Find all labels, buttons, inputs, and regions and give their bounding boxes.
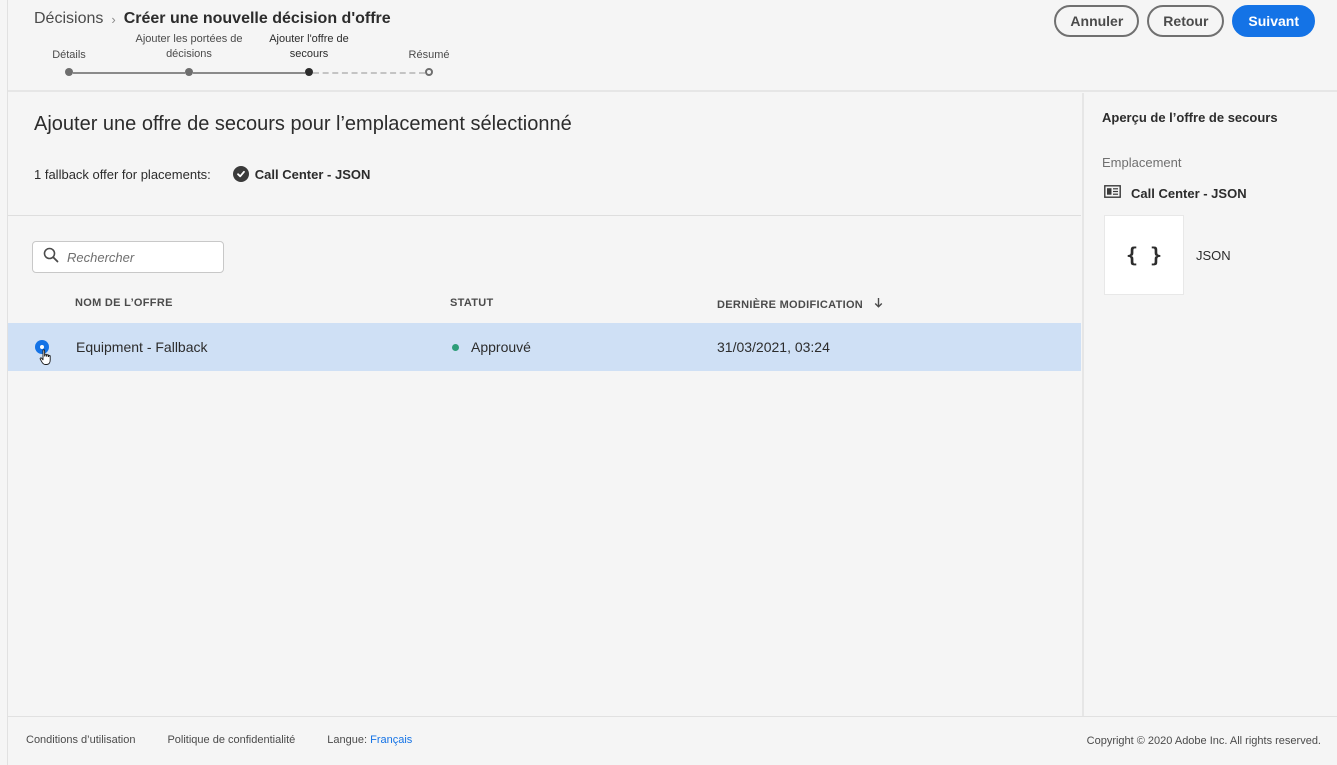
step-dot-scopes bbox=[185, 68, 193, 76]
copyright: Copyright © 2020 Adobe Inc. All rights r… bbox=[1086, 735, 1321, 747]
footer-links: Conditions d’utilisation Politique de co… bbox=[26, 734, 412, 746]
fallback-count-text: 1 fallback offer for placements: bbox=[34, 166, 211, 182]
fallback-summary: 1 fallback offer for placements: Call Ce… bbox=[34, 166, 370, 182]
search-field[interactable] bbox=[32, 241, 224, 273]
breadcrumb: Décisions › Créer une nouvelle décision … bbox=[34, 10, 391, 28]
preview-placement-name: Call Center - JSON bbox=[1131, 185, 1247, 201]
json-brackets-icon: { } bbox=[1104, 215, 1184, 295]
chevron-right-icon: › bbox=[111, 11, 116, 27]
offer-name: Equipment - Fallback bbox=[76, 339, 208, 355]
privacy-link[interactable]: Politique de confidentialité bbox=[167, 734, 295, 746]
checkmark-circle-icon bbox=[232, 166, 249, 182]
selected-placement: Call Center - JSON bbox=[254, 166, 371, 182]
page-header: Décisions › Créer une nouvelle décision … bbox=[8, 0, 1337, 92]
page-title: Créer une nouvelle décision d'offre bbox=[123, 10, 391, 27]
back-button[interactable]: Retour bbox=[1147, 5, 1225, 37]
preview-placement: Call Center - JSON bbox=[1104, 185, 1247, 201]
preview-panel: Aperçu de l’offre de secours Emplacement… bbox=[1082, 93, 1337, 716]
cancel-button[interactable]: Annuler bbox=[1054, 5, 1140, 37]
status-cell: Approuvé bbox=[452, 339, 531, 355]
arrow-down-icon[interactable] bbox=[874, 297, 883, 311]
main-panel: Ajouter une offre de secours pour l’empl… bbox=[8, 93, 1081, 716]
language-label: Langue: bbox=[327, 734, 368, 746]
breadcrumb-root[interactable]: Décisions bbox=[34, 10, 103, 28]
column-header-name[interactable]: NOM DE L’OFFRE bbox=[75, 297, 173, 309]
divider bbox=[8, 215, 1081, 216]
step-label-fallback: Ajouter l'offre de secours bbox=[269, 33, 349, 60]
column-header-status[interactable]: STATUT bbox=[450, 297, 494, 309]
search-input[interactable] bbox=[67, 249, 217, 265]
section-title: Ajouter une offre de secours pour l’empl… bbox=[34, 113, 572, 135]
wizard-steps: Détails Ajouter les portées de décisions… bbox=[8, 32, 528, 82]
step-label-scopes: Ajouter les portées de décisions bbox=[135, 33, 243, 60]
terms-link[interactable]: Conditions d’utilisation bbox=[26, 734, 135, 746]
next-button[interactable]: Suivant bbox=[1232, 5, 1315, 37]
placement-icon bbox=[1104, 185, 1121, 201]
step-label-details: Détails bbox=[52, 49, 86, 61]
step-connector bbox=[193, 72, 305, 74]
placement-label: Emplacement bbox=[1102, 155, 1182, 170]
step-dot-summary bbox=[425, 68, 433, 76]
step-dot-details bbox=[65, 68, 73, 76]
language-selector: Langue: Français bbox=[327, 734, 412, 746]
step-dot-fallback bbox=[305, 68, 313, 76]
table-header: NOM DE L’OFFRE STATUT DERNIÈRE MODIFICAT… bbox=[8, 293, 1081, 313]
column-header-modified[interactable]: DERNIÈRE MODIFICATION bbox=[717, 297, 883, 311]
column-header-modified-label: DERNIÈRE MODIFICATION bbox=[717, 299, 864, 311]
hand-cursor-icon bbox=[39, 349, 53, 371]
modified-date: 31/03/2021, 03:24 bbox=[717, 339, 830, 355]
status-approved-dot bbox=[452, 343, 459, 351]
preview-format: JSON bbox=[1196, 248, 1231, 263]
status-text: Approuvé bbox=[471, 339, 531, 355]
table-row[interactable]: Equipment - Fallback Approuvé 31/03/2021… bbox=[8, 323, 1081, 371]
step-label-summary: Résumé bbox=[408, 49, 450, 61]
step-connector bbox=[313, 72, 425, 74]
footer: Conditions d’utilisation Politique de co… bbox=[8, 716, 1337, 765]
preview-title: Aperçu de l’offre de secours bbox=[1102, 110, 1278, 125]
search-icon bbox=[43, 247, 59, 268]
left-edge bbox=[0, 0, 8, 765]
header-actions: Annuler Retour Suivant bbox=[1054, 5, 1315, 37]
step-connector bbox=[73, 72, 185, 74]
language-link[interactable]: Français bbox=[370, 734, 412, 746]
